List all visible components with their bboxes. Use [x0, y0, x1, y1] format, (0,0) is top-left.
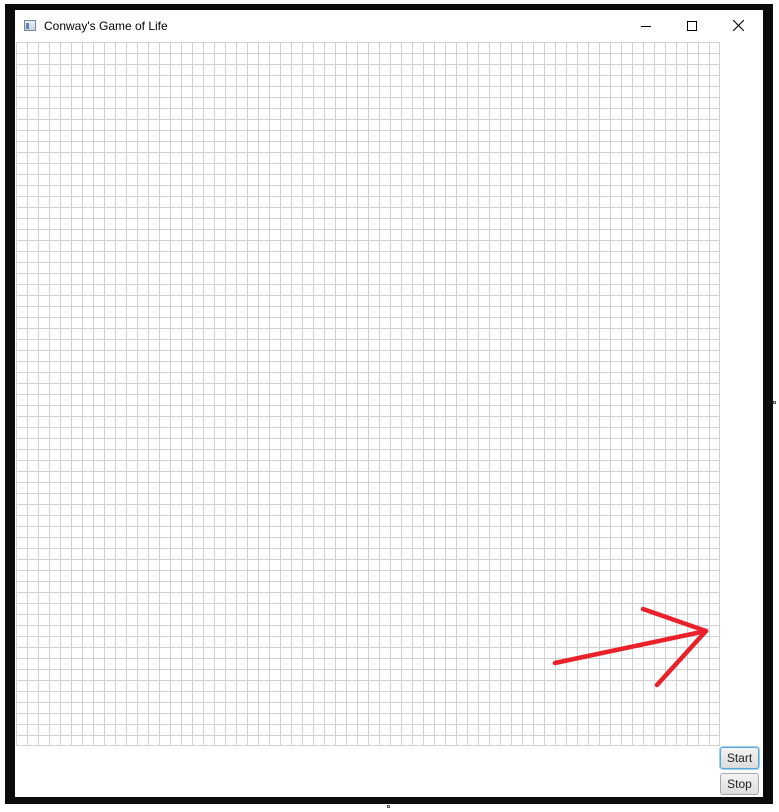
- start-button[interactable]: Start: [720, 747, 759, 769]
- minimize-icon: [641, 21, 651, 31]
- resize-handle-right[interactable]: [773, 401, 776, 404]
- maximize-button[interactable]: [669, 10, 715, 41]
- screenshot-background: Conway's Game of Life Start Stop: [0, 0, 779, 812]
- resize-handle-bottom[interactable]: [387, 805, 390, 808]
- minimize-button[interactable]: [623, 10, 669, 41]
- close-button[interactable]: [715, 10, 761, 41]
- title-bar[interactable]: Conway's Game of Life: [15, 10, 763, 42]
- app-window: Conway's Game of Life Start Stop: [15, 10, 763, 797]
- life-grid[interactable]: [16, 42, 720, 746]
- maximize-icon: [687, 20, 697, 31]
- close-icon: [732, 20, 744, 31]
- stop-button[interactable]: Stop: [720, 773, 759, 795]
- app-icon: [24, 20, 36, 31]
- life-grid-canvas[interactable]: [16, 42, 720, 746]
- window-title: Conway's Game of Life: [44, 19, 168, 33]
